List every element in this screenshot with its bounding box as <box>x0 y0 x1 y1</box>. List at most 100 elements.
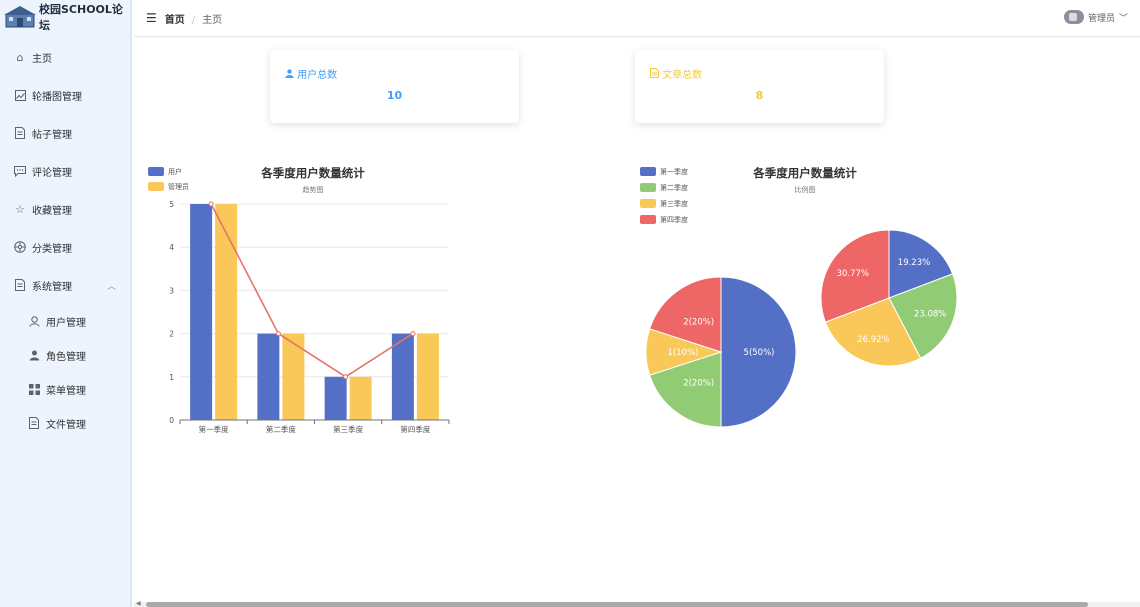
horizontal-scrollbar[interactable]: ◀ <box>134 600 1140 607</box>
file-icon <box>27 416 41 430</box>
legend-swatch[interactable] <box>640 183 656 192</box>
chart-legend[interactable]: 第一季度第二季度第三季度第四季度 <box>640 167 688 224</box>
legend-swatch[interactable] <box>148 182 164 191</box>
bar[interactable] <box>190 204 213 420</box>
legend-label[interactable]: 管理员 <box>168 182 189 191</box>
y-tick-label: 1 <box>169 373 174 382</box>
legend-swatch[interactable] <box>640 215 656 224</box>
user-icon <box>285 69 297 81</box>
bar[interactable] <box>324 376 347 420</box>
sidebar-subitem-users[interactable]: 用户管理 <box>0 304 130 338</box>
comment-icon <box>13 164 27 178</box>
bar[interactable] <box>391 333 414 420</box>
y-tick-label: 0 <box>169 416 174 425</box>
line-point[interactable] <box>208 201 214 207</box>
sidebar: 校园SCHOOL论坛 ⌂ 主页 轮播图管理 帖子管理 评论管理 ☆ 收藏管理 分… <box>0 0 132 607</box>
sidebar-item-comments[interactable]: 评论管理 <box>0 152 130 190</box>
pie-slice-label: 19.23% <box>898 258 930 268</box>
sidebar-menu: ⌂ 主页 轮播图管理 帖子管理 评论管理 ☆ 收藏管理 分类管理 系统管理 ︿ … <box>0 38 130 440</box>
sidebar-item-categories[interactable]: 分类管理 <box>0 228 130 266</box>
article-icon <box>650 68 662 81</box>
breadcrumb-separator: / <box>191 14 196 26</box>
user-count-value: 10 <box>386 89 403 102</box>
bar[interactable] <box>282 333 305 420</box>
menu-toggle-icon[interactable]: ☰ <box>146 11 157 25</box>
document-icon <box>13 126 27 140</box>
user-count-card: 用户总数 10 <box>270 50 519 123</box>
role-icon <box>27 348 41 362</box>
sidebar-item-carousel[interactable]: 轮播图管理 <box>0 76 130 114</box>
scroll-left-icon[interactable]: ◀ <box>136 600 141 607</box>
y-tick-label: 3 <box>169 286 174 295</box>
category-icon <box>13 240 27 254</box>
legend-label[interactable]: 第四季度 <box>660 215 688 224</box>
sidebar-item-label: 分类管理 <box>32 243 72 255</box>
sidebar-item-label: 评论管理 <box>32 167 72 179</box>
user-count-label-row: 用户总数 <box>285 66 337 81</box>
sidebar-subitem-roles[interactable]: 角色管理 <box>0 338 130 372</box>
sidebar-item-label: 用户管理 <box>46 317 86 329</box>
pie-count: 5(50%) 2(20%) 1(10%) 2(20%) <box>645 276 797 428</box>
sidebar-item-label: 系统管理 <box>32 281 72 293</box>
bar[interactable] <box>215 204 238 420</box>
avatar <box>1063 10 1084 24</box>
legend-swatch[interactable] <box>640 167 656 176</box>
legend-label[interactable]: 第二季度 <box>660 183 688 192</box>
scrollbar-thumb[interactable] <box>146 602 1088 607</box>
pie-slice-label: 26.92% <box>857 335 889 345</box>
sidebar-item-label: 文件管理 <box>46 419 86 431</box>
pie-slice-label: 2(20%) <box>683 317 714 327</box>
chart-legend[interactable]: 用户管理员 <box>148 167 189 191</box>
user-name: 管理员 <box>1087 13 1115 24</box>
legend-label[interactable]: 第三季度 <box>660 199 688 208</box>
pie-slice-label: 5(50%) <box>744 348 775 358</box>
breadcrumb: 首页 / 主页 <box>165 11 222 26</box>
document-icon <box>13 278 27 292</box>
user-count-label: 用户总数 <box>297 70 338 81</box>
breadcrumb-current: 主页 <box>202 14 223 26</box>
sidebar-item-label: 菜单管理 <box>46 385 86 397</box>
sidebar-item-posts[interactable]: 帖子管理 <box>0 114 130 152</box>
sidebar-item-label: 主页 <box>32 53 52 65</box>
school-building-icon <box>4 5 36 29</box>
home-icon: ⌂ <box>16 50 24 64</box>
app-title: 校园SCHOOL论坛 <box>39 3 123 32</box>
pie-slice-label: 30.77% <box>837 269 869 279</box>
sidebar-item-system[interactable]: 系统管理 ︿ <box>0 266 130 304</box>
legend-swatch[interactable] <box>148 167 164 176</box>
legend-swatch[interactable] <box>640 199 656 208</box>
sidebar-item-label: 帖子管理 <box>32 129 72 141</box>
article-count-label-row: 文章总数 <box>650 66 702 81</box>
line-point[interactable] <box>275 331 281 337</box>
sidebar-subitem-files[interactable]: 文件管理 <box>0 406 130 440</box>
bar[interactable] <box>349 376 372 420</box>
pie-slice-label: 1(10%) <box>668 348 699 358</box>
chart-subtitle: 趋势图 <box>303 185 324 194</box>
x-tick-label: 第三季度 <box>333 424 363 434</box>
sidebar-item-favorites[interactable]: ☆ 收藏管理 <box>0 190 130 228</box>
user-dropdown[interactable]: 管理员 ﹀ <box>1063 10 1128 24</box>
bar-chart: 用户管理员 各季度用户数量统计 趋势图 0 1 2 3 4 5 第一季度 第二季度 第三季度 第四… <box>148 166 450 434</box>
y-tick-label: 5 <box>169 200 174 209</box>
chevron-down-icon: ﹀ <box>1118 13 1128 24</box>
article-count-value: 8 <box>755 89 764 102</box>
pie-slice-label: 2(20%) <box>683 379 714 389</box>
bar[interactable] <box>416 333 439 420</box>
sidebar-item-label: 轮播图管理 <box>32 91 82 103</box>
sidebar-item-home[interactable]: ⌂ 主页 <box>0 38 130 76</box>
breadcrumb-home[interactable]: 首页 <box>165 15 185 26</box>
bar[interactable] <box>257 333 280 420</box>
line-point[interactable] <box>410 331 416 337</box>
grid-menu-icon <box>27 382 41 396</box>
user-icon <box>27 314 41 328</box>
sidebar-subitem-menus[interactable]: 菜单管理 <box>0 372 130 406</box>
pie-percentage: 19.23% 23.08% 26.92% 30.77% <box>820 229 958 367</box>
y-tick-label: 4 <box>169 243 174 252</box>
chart-title: 各季度用户数量统计 <box>260 166 365 180</box>
legend-label[interactable]: 用户 <box>168 167 182 176</box>
app-logo[interactable]: 校园SCHOOL论坛 <box>0 0 130 34</box>
legend-label[interactable]: 第一季度 <box>660 167 688 176</box>
sidebar-item-label: 收藏管理 <box>32 205 72 217</box>
chevron-up-icon[interactable]: ︿ <box>107 279 116 292</box>
line-point[interactable] <box>343 374 349 380</box>
